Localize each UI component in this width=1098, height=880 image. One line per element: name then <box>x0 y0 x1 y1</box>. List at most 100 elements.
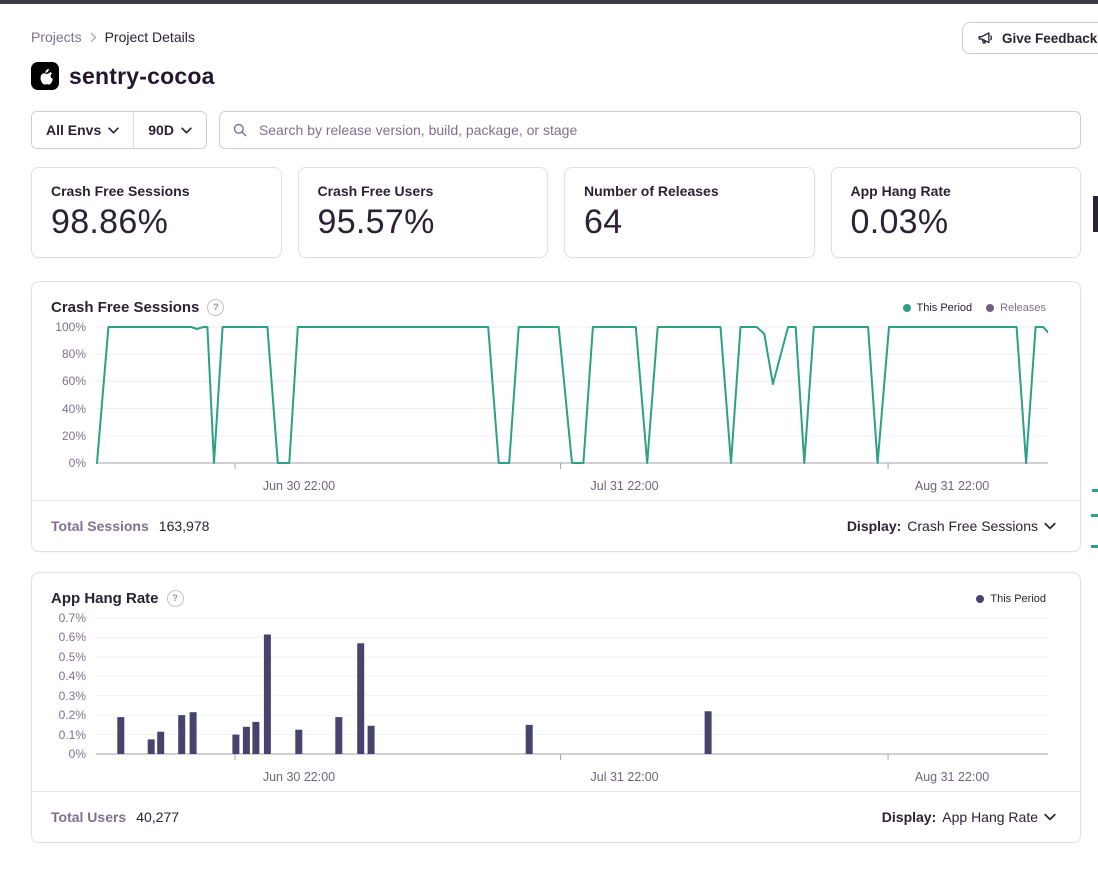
release-search-input[interactable] <box>257 121 1068 139</box>
y-tick-label: 20% <box>62 428 86 444</box>
breadcrumb: Projects Project Details <box>31 29 195 45</box>
stat-label: Number of Releases <box>584 183 795 199</box>
y-tick-label: 40% <box>62 401 86 417</box>
bar-series-bar <box>232 735 239 754</box>
title-row: sentry-cocoa <box>31 60 1081 92</box>
y-tick-label: 0.7% <box>59 610 86 626</box>
chevron-down-icon <box>181 127 192 134</box>
x-tick-label: Aug 31 22:00 <box>915 770 989 784</box>
megaphone-icon <box>977 30 994 47</box>
chart-legend: This Period Releases <box>903 302 1047 314</box>
stat-label: App Hang Rate <box>851 183 1062 199</box>
panel-title: Crash Free Sessions <box>51 299 199 316</box>
y-tick-label: 0% <box>69 746 86 762</box>
display-value: App Hang Rate <box>942 809 1038 825</box>
y-tick-label: 0.2% <box>59 707 86 723</box>
bar-series-bar <box>335 717 342 754</box>
y-tick-label: 100% <box>55 319 86 335</box>
environment-selector[interactable]: All Envs <box>32 112 133 148</box>
y-tick-label: 0% <box>69 455 86 471</box>
x-tick-label: Jun 30 22:00 <box>263 770 335 784</box>
stat-card-app-hang-rate: App Hang Rate 0.03% <box>831 167 1082 258</box>
bar-chart-plot-area[interactable] <box>96 614 1048 764</box>
bar-series-bar <box>178 715 185 754</box>
stat-label: Crash Free Sessions <box>51 183 262 199</box>
display-metric-dropdown[interactable]: Display: App Hang Rate <box>882 809 1056 825</box>
project-details-page: Projects Project Details Give Feedback s… <box>31 4 1081 843</box>
total-sessions-value: 163,978 <box>159 518 210 534</box>
stat-card-crash-free-sessions: Crash Free Sessions 98.86% <box>31 167 282 258</box>
total-sessions-label: Total Sessions <box>51 518 149 534</box>
legend-dot <box>976 595 984 603</box>
panel-footer: Total Users 40,277 Display: App Hang Rat… <box>32 791 1080 842</box>
legend-label: This Period <box>990 593 1046 605</box>
bar-series-bar <box>157 732 164 754</box>
y-tick-label: 0.4% <box>59 668 86 684</box>
filter-bar: All Envs 90D <box>31 111 1081 149</box>
bar-series-bar <box>705 711 712 754</box>
display-label: Display: <box>882 809 936 825</box>
panel-title: App Hang Rate <box>51 590 159 607</box>
y-tick-label: 0.1% <box>59 727 86 743</box>
page-title: sentry-cocoa <box>69 63 215 90</box>
bar-series-bar <box>252 722 259 754</box>
chart-legend: This Period <box>976 593 1046 605</box>
stat-label: Crash Free Users <box>318 183 529 199</box>
breadcrumb-projects-link[interactable]: Projects <box>31 29 82 45</box>
chevron-right-icon <box>90 32 97 43</box>
y-tick-label: 80% <box>62 346 86 362</box>
legend-item-this-period[interactable]: This Period <box>976 593 1046 605</box>
legend-item-releases[interactable]: Releases <box>986 302 1046 314</box>
y-tick-label: 0.3% <box>59 688 86 704</box>
y-tick-label: 0.6% <box>59 629 86 645</box>
crash-free-sessions-panel: Crash Free Sessions ? This Period Releas… <box>31 281 1081 552</box>
clipped-content-fragment <box>1091 514 1098 517</box>
legend-item-this-period[interactable]: This Period <box>903 302 973 314</box>
chevron-down-icon <box>1044 813 1056 821</box>
bar-series-bar <box>357 643 364 754</box>
y-tick-label: 0.5% <box>59 649 86 665</box>
x-tick-label: Jul 31 22:00 <box>591 770 659 784</box>
panel-header: Crash Free Sessions ? This Period Releas… <box>32 282 1080 323</box>
give-feedback-button[interactable]: Give Feedback <box>962 22 1098 54</box>
x-tick-label: Jul 31 22:00 <box>591 479 659 493</box>
app-hang-rate-panel: App Hang Rate ? This Period 0.7% 0.6% 0.5%… <box>31 572 1081 843</box>
stat-card-crash-free-users: Crash Free Users 95.57% <box>298 167 549 258</box>
bar-series-bar <box>264 635 271 755</box>
clipped-content-fragment <box>1091 545 1098 548</box>
clipped-content-fragment <box>1093 196 1098 232</box>
help-icon[interactable]: ? <box>167 590 184 607</box>
panel-header: App Hang Rate ? This Period <box>32 573 1080 614</box>
panel-footer: Total Sessions 163,978 Display: Crash Fr… <box>32 500 1080 551</box>
bar-series-bar <box>148 739 155 754</box>
help-icon[interactable]: ? <box>207 299 224 316</box>
bar-series-bar <box>295 730 302 754</box>
display-metric-dropdown[interactable]: Display: Crash Free Sessions <box>847 518 1056 534</box>
page-filter-group: All Envs 90D <box>31 111 207 149</box>
y-tick-label: 60% <box>62 373 86 389</box>
total-users-value: 40,277 <box>136 809 179 825</box>
release-search-box <box>219 111 1081 149</box>
legend-dot <box>986 304 994 312</box>
date-range-selector[interactable]: 90D <box>134 112 206 148</box>
give-feedback-label: Give Feedback <box>1002 31 1097 46</box>
chevron-down-icon <box>1044 522 1056 530</box>
stat-card-number-of-releases: Number of Releases 64 <box>564 167 815 258</box>
x-axis: Jun 30 22:00Jul 31 22:00Aug 31 22:00 <box>96 473 1080 500</box>
bar-series-bar <box>243 727 250 754</box>
line-series <box>97 327 1048 463</box>
stat-value: 98.86% <box>51 203 262 242</box>
app-hang-rate-chart: 0.7%0.6%0.5%0.4%0.3%0.2%0.1%0% <box>32 614 1080 764</box>
display-value: Crash Free Sessions <box>907 518 1038 534</box>
bar-series-bar <box>526 725 533 754</box>
y-axis: 0.7%0.6%0.5%0.4%0.3%0.2%0.1%0% <box>32 614 96 764</box>
bar-series-bar <box>368 726 375 754</box>
environment-label: All Envs <box>46 122 101 138</box>
chevron-down-icon <box>108 127 119 134</box>
stat-value: 95.57% <box>318 203 529 242</box>
x-tick-label: Aug 31 22:00 <box>915 479 989 493</box>
clipped-content-fragment <box>1092 489 1098 492</box>
bar-series-bar <box>190 712 197 754</box>
legend-dot <box>903 304 911 312</box>
line-chart-plot-area[interactable] <box>96 323 1048 473</box>
